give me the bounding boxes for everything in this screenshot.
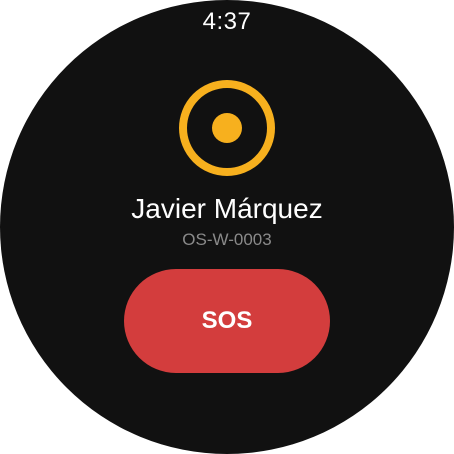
target-dot: [212, 113, 242, 143]
watch-screen: 4:37 Javier Márquez OS-W-0003 SOS: [0, 0, 454, 454]
sos-button[interactable]: SOS: [124, 269, 330, 373]
clock-time: 4:37: [202, 8, 252, 35]
user-name: Javier Márquez: [131, 193, 323, 224]
device-id: OS-W-0003: [182, 230, 272, 249]
location-target-icon: [179, 80, 275, 176]
